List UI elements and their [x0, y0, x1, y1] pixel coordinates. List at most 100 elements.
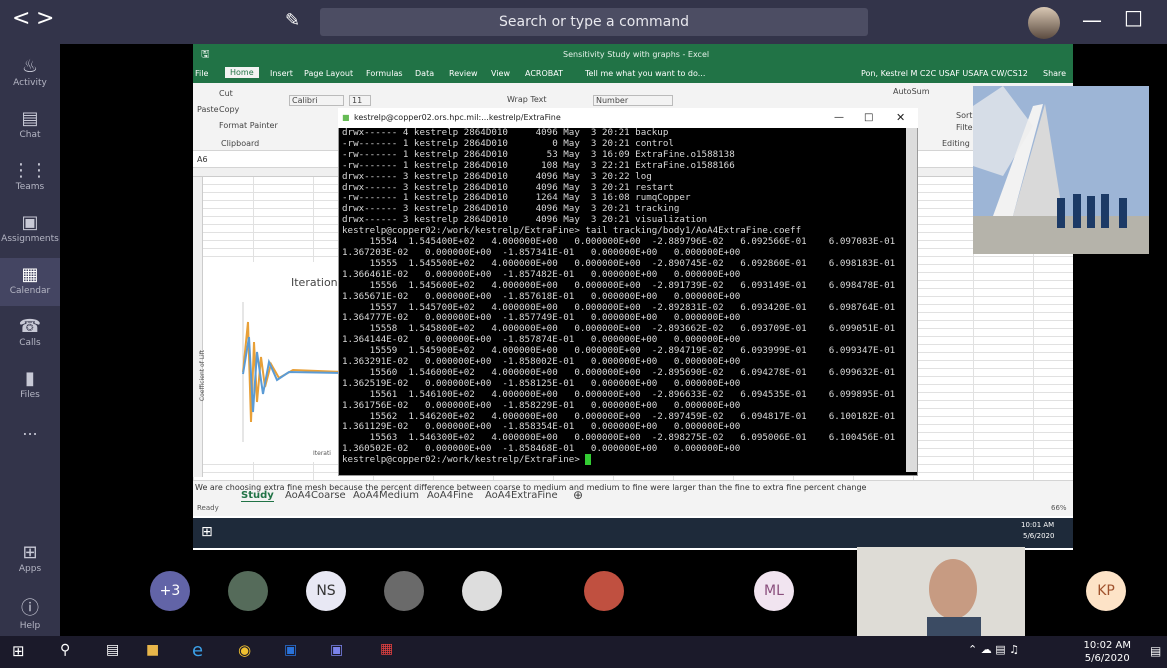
menu-data[interactable]: Data [415, 69, 434, 78]
zoom-level[interactable]: 66% [1051, 504, 1067, 512]
system-tray-icons[interactable]: ⌃ ☁ ▤ ♫ [968, 643, 1019, 656]
notifications-icon[interactable]: ▤ [1150, 644, 1161, 658]
tab-aoa4fine[interactable]: AoA4Fine [427, 490, 473, 501]
avatar[interactable]: ML [754, 571, 794, 611]
chart-plot [242, 302, 343, 442]
font-size-select[interactable]: 11 [349, 95, 371, 106]
rail-item-teams[interactable]: ⋮⋮ Teams [0, 154, 60, 202]
menu-formulas[interactable]: Formulas [366, 69, 403, 78]
tell-me-search[interactable]: Tell me what you want to do... [585, 69, 705, 78]
chapel-image [973, 86, 1149, 254]
search-input[interactable]: Search or type a command [320, 8, 868, 36]
minimize-icon[interactable]: — [1082, 8, 1102, 32]
tab-aoa4medium[interactable]: AoA4Medium [353, 490, 419, 501]
close-icon[interactable]: ✕ [896, 108, 905, 128]
wrap-text-button[interactable]: Wrap Text [507, 95, 547, 104]
task-view-icon[interactable]: ▤ [106, 642, 119, 658]
rail-item-more[interactable]: ... [0, 420, 60, 468]
rail-label: Help [19, 621, 41, 631]
paste-button[interactable]: Paste [197, 105, 219, 114]
outlook-icon[interactable]: ▣ [284, 642, 297, 658]
terminal-scrollbar[interactable] [906, 128, 917, 472]
number-format-select[interactable]: Number [593, 95, 673, 106]
maximize-icon[interactable]: □ [864, 108, 873, 128]
putty-icon: ■ [342, 113, 350, 122]
apps-icon: ⊞ [22, 542, 38, 563]
files-icon: ▮ [25, 368, 35, 389]
avatar[interactable]: KP [1086, 571, 1126, 611]
clipboard-group-label: Clipboard [221, 139, 260, 148]
menu-insert[interactable]: Insert [270, 69, 293, 78]
terminal-line: 1.365671E-02 0.000000E+00 -1.857618E-01 … [342, 290, 741, 302]
autosum-button[interactable]: AutoSum [893, 87, 930, 96]
rail-item-assignments[interactable]: ▣ Assignments [0, 206, 60, 254]
shared-taskbar: ⊞ 10:01 AM 5/6/2020 [193, 518, 1073, 548]
file-explorer-icon[interactable]: ■ [146, 642, 159, 658]
font-select[interactable]: Calibri [289, 95, 344, 106]
chart-title: Iterations [291, 276, 344, 289]
minimize-icon[interactable]: — [834, 108, 844, 128]
menu-home[interactable]: Home [225, 67, 259, 78]
windows-start-icon: ⊞ [201, 524, 213, 540]
participant-video [973, 86, 1149, 254]
terminal-line: -rw------- 1 kestrelp 2864D010 108 May 3… [342, 159, 735, 171]
menu-review[interactable]: Review [449, 69, 478, 78]
teams-icon[interactable]: ▣ [330, 642, 343, 658]
rail-item-calendar[interactable]: ▦ Calendar [0, 258, 60, 306]
avatar[interactable] [228, 571, 268, 611]
rail-item-chat[interactable]: ▤ Chat [0, 102, 60, 150]
taskbar-clock[interactable]: 10:02 AM 5/6/2020 [1084, 639, 1131, 665]
save-icon[interactable]: 🖫 [201, 44, 210, 66]
clock-date: 5/6/2020 [1084, 653, 1130, 664]
terminal-output[interactable]: drwx------ 4 kestrelp 2864D010 4096 May … [342, 128, 910, 472]
avatar[interactable] [462, 571, 502, 611]
share-button[interactable]: Share [1043, 69, 1066, 78]
menu-file[interactable]: File [195, 69, 208, 78]
tab-aoa4coarse[interactable]: AoA4Coarse [285, 490, 346, 501]
tab-aoa4extrafine[interactable]: AoA4ExtraFine [485, 490, 558, 501]
rail-item-help[interactable]: ⓘ Help [0, 588, 60, 636]
avatar[interactable] [584, 571, 624, 611]
windows-taskbar: ⊞ ⚲ ▤ ■ e ◉ ▣ ▣ ▦ ⌃ ☁ ▤ ♫ [0, 636, 1167, 668]
acrobat-icon[interactable]: ▦ [380, 641, 393, 657]
avatar[interactable]: NS [306, 571, 346, 611]
rail-label: Teams [15, 182, 45, 192]
terminal-cursor [585, 454, 591, 466]
add-sheet-icon[interactable]: ⊕ [573, 488, 583, 502]
excel-menu-bar: File Home Insert Page Layout Formulas Da… [193, 66, 1073, 83]
row-headers [193, 177, 203, 477]
overflow-participants[interactable]: +3 [150, 571, 190, 611]
format-painter-button[interactable]: Format Painter [219, 121, 278, 130]
back-button[interactable]: < [12, 6, 30, 31]
excel-status-bar: Ready 66% [193, 502, 1073, 516]
edge-icon[interactable]: e [192, 640, 203, 661]
iterations-chart[interactable]: Iterations Coefficient of Lift Iterati [199, 262, 344, 462]
sort-button[interactable]: Sort [956, 111, 972, 120]
shared-clock-date: 5/6/2020 [1023, 532, 1055, 540]
windows-start-icon[interactable]: ⊞ [12, 642, 25, 660]
rail-item-apps[interactable]: ⊞ Apps [0, 536, 60, 584]
rail-label: Calls [19, 338, 41, 348]
maximize-icon[interactable]: □ [1124, 5, 1143, 29]
avatar[interactable] [1028, 7, 1060, 39]
compose-icon[interactable]: ✎ [285, 10, 309, 34]
rail-item-calls[interactable]: ☎ Calls [0, 310, 60, 358]
rail-item-files[interactable]: ▮ Files [0, 362, 60, 410]
phone-icon: ☎ [18, 316, 42, 337]
calendar-icon: ▦ [21, 264, 39, 285]
menu-page-layout[interactable]: Page Layout [304, 69, 353, 78]
rail-item-activity[interactable]: ♨ Activity [0, 50, 60, 98]
more-icon: ... [22, 420, 38, 439]
excel-title-bar: 🖫 Sensitivity Study with graphs - Excel [193, 44, 1073, 66]
chrome-icon[interactable]: ◉ [238, 641, 251, 659]
excel-window-title: Sensitivity Study with graphs - Excel [563, 50, 710, 59]
menu-view[interactable]: View [491, 69, 510, 78]
copy-button[interactable]: Copy [219, 105, 239, 114]
menu-acrobat[interactable]: ACROBAT [525, 69, 563, 78]
forward-button[interactable]: > [36, 6, 54, 31]
terminal-line: drwx------ 3 kestrelp 2864D010 4096 May … [342, 170, 652, 182]
search-icon[interactable]: ⚲ [60, 642, 70, 658]
avatar[interactable] [384, 571, 424, 611]
cut-button[interactable]: Cut [219, 89, 233, 98]
name-box[interactable]: A6 [197, 155, 208, 164]
